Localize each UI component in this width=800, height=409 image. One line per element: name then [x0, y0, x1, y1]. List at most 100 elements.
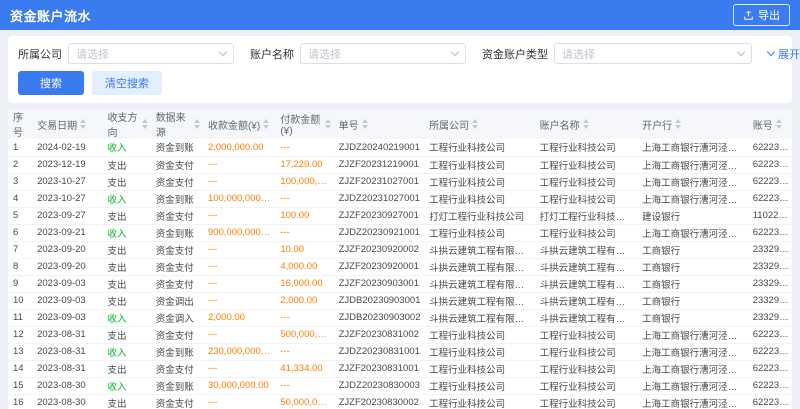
cell-bank: 上海工商银行漕河泾支行 [637, 156, 748, 173]
cell-bank: 工商银行 [637, 241, 748, 258]
cell-receipt: --- [203, 156, 275, 173]
cell-index: 15 [8, 377, 32, 394]
account-type-select-placeholder: 请选择 [562, 46, 595, 62]
cell-direction: 支出 [102, 207, 150, 224]
sort-icon[interactable] [194, 119, 200, 129]
cell-receipt: 30,000,000.00 [203, 377, 275, 394]
flow-table-card: 序号交易日期收支方向数据来源收款金额(¥)付款金额(¥) 单号所属公司 账户名称开户… [8, 109, 792, 409]
col-accountNo[interactable]: 账号 [748, 109, 792, 139]
cell-index: 12 [8, 326, 32, 343]
cell-direction: 支出 [102, 360, 150, 377]
cell-source: 资金支付 [151, 173, 203, 190]
sort-icon[interactable] [142, 119, 148, 129]
sort-icon[interactable] [325, 119, 331, 129]
cell-receipt: --- [203, 326, 275, 343]
col-account[interactable]: 账户名称 [535, 109, 638, 139]
cell-payment: 100.00 [275, 207, 333, 224]
account-filter-label: 账户名称 [250, 46, 294, 62]
col-company[interactable]: 所属公司 [424, 109, 535, 139]
cell-source: 资金支付 [151, 207, 203, 224]
cell-payment: 500,000,000.00 [275, 326, 333, 343]
col-receipt[interactable]: 收款金额(¥) [203, 109, 275, 139]
col-payment[interactable]: 付款金额(¥) [275, 109, 333, 139]
cell-payment: 41,334.00 [275, 360, 333, 377]
cell-account: 斗拱云建筑工程有限公司 [535, 258, 638, 275]
col-orderNo[interactable]: 单号 [334, 109, 424, 139]
cell-bank: 上海工商银行漕河泾支行 [637, 224, 748, 241]
cell-source: 资金支付 [151, 258, 203, 275]
cell-accountNo: 23329499... [748, 292, 792, 309]
account-type-select[interactable]: 请选择 [554, 43, 752, 64]
cell-bank: 上海工商银行漕河泾支行 [637, 360, 748, 377]
account-name-select[interactable]: 请选择 [300, 43, 466, 64]
cell-index: 8 [8, 258, 32, 275]
cell-direction: 收入 [102, 377, 150, 394]
cell-payment: 16,000.00 [275, 275, 333, 292]
cell-source: 资金支付 [151, 326, 203, 343]
chevron-down-icon [737, 48, 745, 56]
sort-icon[interactable] [362, 119, 368, 129]
company-select[interactable]: 请选择 [68, 43, 234, 64]
sort-icon[interactable] [472, 119, 478, 129]
cell-source: 资金到账 [151, 343, 203, 360]
col-label-payment: 付款金额(¥) [280, 111, 321, 137]
cell-account: 工程行业科技公司 [535, 190, 638, 207]
col-bank[interactable]: 开户行 [637, 109, 748, 139]
col-label-direction: 收支方向 [107, 109, 138, 139]
cell-accountNo: 62223011... [748, 173, 792, 190]
cell-index: 16 [8, 394, 32, 409]
expand-filters-link[interactable]: 展开筛选 [768, 46, 800, 62]
cell-direction: 支出 [102, 156, 150, 173]
cell-payment: --- [275, 139, 333, 156]
cell-receipt: --- [203, 360, 275, 377]
cell-accountNo: 62223011... [748, 224, 792, 241]
export-button[interactable]: 导出 [733, 4, 790, 26]
sort-icon[interactable] [80, 119, 86, 129]
cell-orderNo: ZJDZ20230921001 [334, 224, 424, 241]
cell-index: 9 [8, 275, 32, 292]
cell-account: 工程行业科技公司 [535, 156, 638, 173]
cell-orderNo: ZJZF20230830002 [334, 394, 424, 409]
cell-date: 2023-08-31 [32, 326, 102, 343]
sort-icon[interactable] [263, 119, 269, 129]
sort-icon[interactable] [776, 119, 782, 129]
cell-source: 资金支付 [151, 394, 203, 409]
table-row: 82023-09-20支出资金支付---4,000.00ZJZF20230920… [8, 258, 792, 275]
cell-company: 斗拱云建筑工程有限公司 [424, 292, 535, 309]
cell-bank: 上海工商银行漕河泾支行 [637, 190, 748, 207]
cell-bank: 上海工商银行漕河泾支行 [637, 377, 748, 394]
table-row: 122023-08-31支出资金支付---500,000,000.00ZJZF2… [8, 326, 792, 343]
page-header: 资金账户流水 导出 [0, 0, 800, 30]
col-label-index: 序号 [13, 109, 29, 139]
cell-receipt: --- [203, 394, 275, 409]
col-label-company: 所属公司 [429, 117, 469, 132]
table-body: 12024-02-19收入资金到账2,000,000.00---ZJDZ2024… [8, 139, 792, 409]
cell-orderNo: ZJDZ20231027001 [334, 190, 424, 207]
cell-company: 工程行业科技公司 [424, 224, 535, 241]
cell-direction: 支出 [102, 394, 150, 409]
cell-company: 工程行业科技公司 [424, 173, 535, 190]
cell-date: 2023-09-03 [32, 309, 102, 326]
sort-icon[interactable] [675, 119, 681, 129]
cell-receipt: 100,000,000.00 [203, 190, 275, 207]
col-direction[interactable]: 收支方向 [102, 109, 150, 139]
sort-icon[interactable] [583, 119, 589, 129]
chevron-down-icon [767, 48, 775, 56]
col-source[interactable]: 数据来源 [151, 109, 203, 139]
cell-account: 工程行业科技公司 [535, 139, 638, 156]
cell-source: 资金支付 [151, 360, 203, 377]
company-filter-label: 所属公司 [18, 46, 62, 62]
col-date[interactable]: 交易日期 [32, 109, 102, 139]
clear-search-button[interactable]: 清空搜索 [92, 71, 162, 95]
table-row: 42023-10-27收入资金到账100,000,000.00---ZJDZ20… [8, 190, 792, 207]
cell-direction: 收入 [102, 139, 150, 156]
search-button[interactable]: 搜索 [18, 71, 84, 95]
cell-index: 14 [8, 360, 32, 377]
cell-company: 工程行业科技公司 [424, 360, 535, 377]
cell-date: 2023-09-20 [32, 258, 102, 275]
table-row: 112023-09-03收入资金调入2,000.00---ZJDB2023090… [8, 309, 792, 326]
cell-orderNo: ZJZF20231219001 [334, 156, 424, 173]
cell-payment: --- [275, 224, 333, 241]
cell-orderNo: ZJDB20230903001 [334, 292, 424, 309]
export-icon [743, 10, 754, 21]
